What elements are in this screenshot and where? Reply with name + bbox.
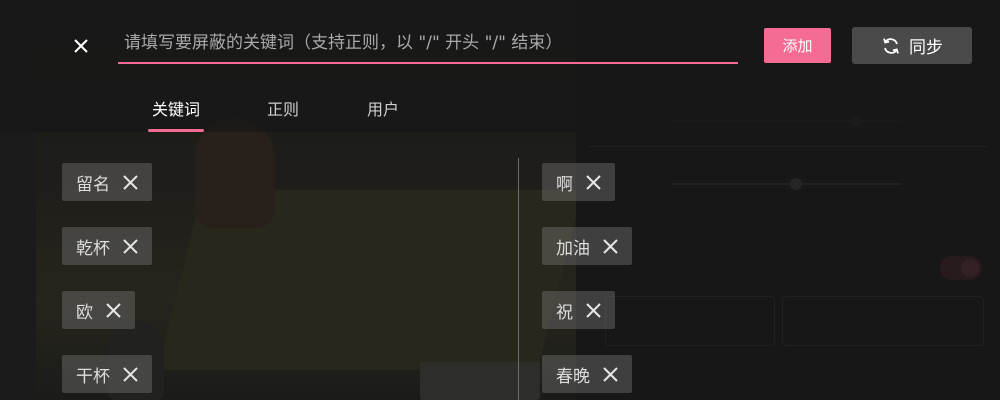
sync-icon (883, 37, 899, 54)
remove-keyword-button[interactable] (585, 174, 601, 190)
keyword-input[interactable] (124, 26, 732, 60)
keyword-chip: 欧 (62, 291, 135, 329)
keyword-chip: 留名 (62, 163, 152, 201)
tab-keywords[interactable]: 关键词 (148, 96, 204, 132)
keyword-chip: 干杯 (62, 355, 152, 393)
keyword-label: 春晚 (556, 366, 590, 387)
close-icon (122, 366, 138, 382)
keyword-chip: 加油 (542, 227, 632, 265)
keyword-chip: 祝 (542, 291, 615, 329)
search-field (118, 22, 738, 64)
remove-keyword-button[interactable] (122, 366, 138, 382)
keyword-label: 加油 (556, 238, 590, 259)
keyword-chip: 春晚 (542, 355, 632, 393)
keyword-label: 乾杯 (76, 238, 110, 259)
tab-label: 正则 (266, 100, 299, 119)
close-icon (74, 39, 88, 53)
tab-users[interactable]: 用户 (364, 96, 402, 132)
close-icon (585, 302, 601, 318)
sync-button-label: 同步 (909, 38, 943, 58)
remove-keyword-button[interactable] (602, 366, 618, 382)
close-icon (585, 174, 601, 190)
close-icon (602, 238, 618, 254)
column-divider (518, 158, 519, 400)
tab-label: 关键词 (151, 100, 200, 119)
keyword-label: 啊 (556, 174, 573, 195)
close-icon (122, 238, 138, 254)
close-icon (122, 174, 138, 190)
remove-keyword-button[interactable] (122, 238, 138, 254)
keyword-label: 祝 (556, 302, 573, 323)
add-button[interactable]: 添加 (764, 28, 831, 63)
remove-keyword-button[interactable] (585, 302, 601, 318)
tab-active-indicator (148, 129, 204, 132)
remove-keyword-button[interactable] (105, 302, 121, 318)
screen: 添加 同步 关键词 正则 用户 留名 乾杯 欧 (0, 0, 1000, 400)
keyword-label: 留名 (76, 174, 110, 195)
tab-regex[interactable]: 正则 (262, 96, 304, 132)
close-icon (602, 366, 618, 382)
keyword-label: 干杯 (76, 366, 110, 387)
keyword-chip: 乾杯 (62, 227, 152, 265)
close-button[interactable] (68, 33, 94, 59)
tab-label: 用户 (366, 100, 399, 119)
keyword-label: 欧 (76, 302, 93, 323)
remove-keyword-button[interactable] (122, 174, 138, 190)
close-icon (105, 302, 121, 318)
remove-keyword-button[interactable] (602, 238, 618, 254)
keyword-chip: 啊 (542, 163, 615, 201)
sync-button[interactable]: 同步 (852, 27, 972, 64)
